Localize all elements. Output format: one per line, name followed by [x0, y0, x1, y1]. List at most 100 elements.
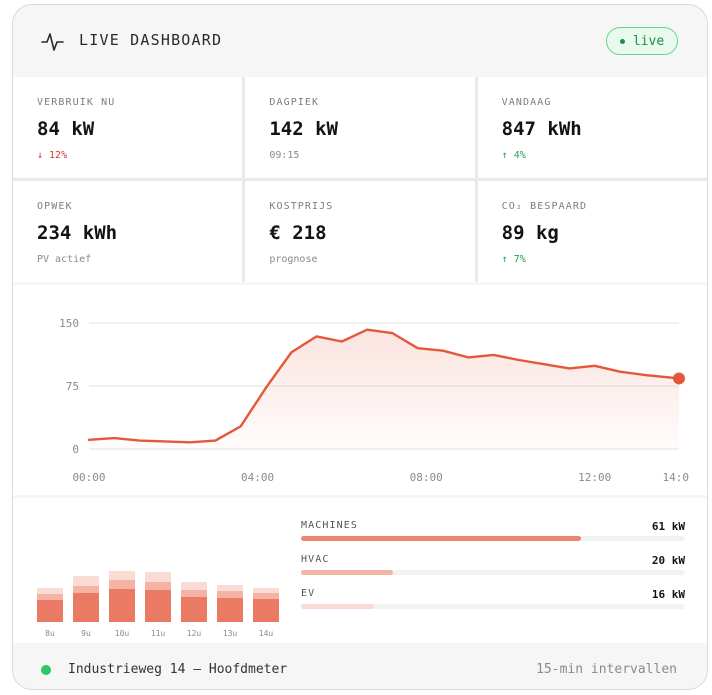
stat-sub: PV actief — [37, 254, 92, 265]
consumer-value: 61 kW — [651, 520, 685, 533]
bar-segment — [253, 599, 279, 622]
bar-label: 12u — [186, 629, 202, 638]
consumer-bar-fill — [301, 536, 582, 541]
stat-trend: ↑ 7% — [501, 254, 526, 265]
bar-segment — [37, 593, 63, 600]
hourly-bar — [73, 576, 99, 622]
bar-label: 10u — [114, 629, 130, 638]
consumer-bar-track — [301, 604, 685, 609]
y-tick-label: 75 — [66, 380, 79, 393]
bar-segment — [73, 576, 99, 586]
stat-card: DAGPIEK 142 kW 09:15 — [245, 77, 475, 178]
bar-segment — [217, 598, 243, 622]
hourly-bar — [217, 584, 243, 622]
consumer-label: EV — [301, 588, 316, 599]
meter-location: Industrieweg 14 — Hoofdmeter — [68, 662, 288, 677]
stat-label: VERBRUIK NU — [37, 97, 116, 108]
y-tick-label: 0 — [72, 443, 79, 456]
bar-segment — [145, 582, 171, 590]
power-chart: 150 75 0 00:00 04:00 08:00 12:00 14:0 — [59, 317, 690, 484]
power-chart-panel: 150 75 0 00:00 04:00 08:00 12:00 14:0 — [13, 285, 707, 495]
stat-label: DAGPIEK — [269, 97, 320, 108]
pulse-icon — [41, 33, 64, 51]
status-dot-icon — [41, 665, 51, 675]
bar-label: 8u — [45, 629, 55, 638]
bar-segment — [145, 571, 171, 583]
bar-segment — [181, 596, 207, 622]
stat-sub: prognose — [269, 254, 318, 265]
bar-label: 11u — [150, 629, 166, 638]
bar-segment — [217, 584, 243, 591]
bar-label: 14u — [258, 629, 274, 638]
dashboard-card: LIVE DASHBOARD live VERBRUIK NU 84 kW ↓ … — [12, 4, 708, 690]
bar-label: 13u — [222, 629, 238, 638]
bar-segment — [73, 586, 99, 594]
stat-label: VANDAAG — [501, 97, 552, 108]
page-title: LIVE DASHBOARD — [79, 31, 223, 49]
consumer-row: MACHINES 61 kW — [301, 520, 685, 554]
stat-card: VERBRUIK NU 84 kW ↓ 12% — [13, 77, 243, 178]
bar-segment — [181, 589, 207, 597]
consumer-label: HVAC — [301, 554, 330, 565]
consumer-list: MACHINES 61 kW HVAC 20 kW EV 16 kW — [301, 520, 685, 622]
bar-segment — [217, 590, 243, 598]
stat-value: € 218 — [269, 222, 327, 244]
y-tick-label: 150 — [59, 317, 79, 330]
stat-value: 89 kg — [501, 222, 559, 244]
bar-label: 9u — [81, 629, 91, 638]
bar-segment — [145, 589, 171, 622]
consumer-bar-track — [301, 536, 685, 541]
consumer-label: MACHINES — [301, 520, 358, 531]
consumer-value: 16 kW — [651, 588, 685, 601]
bar-segment — [181, 582, 207, 590]
bar-segment — [109, 589, 135, 622]
stat-value: 847 kWh — [501, 118, 582, 140]
bar-segment — [109, 580, 135, 589]
hourly-bar — [109, 571, 135, 622]
hourly-bar — [181, 582, 207, 622]
stat-card: CO₂ BESPAARD 89 kg ↑ 7% — [477, 181, 707, 282]
bar-segment — [253, 588, 279, 594]
interval-label: 15-min intervallen — [536, 662, 677, 677]
stat-label: KOSTPRIJS — [269, 201, 334, 212]
consumer-bar-fill — [301, 604, 374, 609]
stat-sub: 09:15 — [269, 150, 300, 161]
bar-segment — [37, 599, 63, 622]
stat-card: KOSTPRIJS € 218 prognose — [245, 181, 475, 282]
consumer-bar-fill — [301, 570, 394, 575]
hourly-bar — [253, 588, 279, 622]
chart-area — [89, 329, 679, 449]
bar-segment — [73, 593, 99, 622]
stat-trend: ↑ 4% — [501, 150, 526, 161]
stat-card: VANDAAG 847 kWh ↑ 4% — [477, 77, 707, 178]
hourly-bar — [145, 571, 171, 622]
live-label: live — [632, 33, 665, 49]
consumer-bar-track — [301, 570, 685, 575]
stat-value: 84 kW — [37, 118, 95, 140]
bar-segment — [109, 571, 135, 580]
x-tick-label: 14:0 — [663, 471, 690, 484]
x-tick-label: 12:00 — [578, 471, 611, 484]
stats-grid: VERBRUIK NU 84 kW ↓ 12% DAGPIEK 142 kW 0… — [13, 77, 707, 282]
stat-value: 234 kWh — [37, 222, 118, 244]
stat-value: 142 kW — [269, 118, 338, 140]
breakdown-panel: 8u 9u 10u 11u 12u 13u 14u MACHINES 61 kW HVAC … — [13, 498, 707, 643]
x-tick-label: 04:00 — [241, 471, 274, 484]
consumer-row: HVAC 20 kW — [301, 554, 685, 588]
live-dot-icon — [619, 38, 625, 44]
consumer-row: EV 16 kW — [301, 588, 685, 622]
live-badge: live — [606, 27, 678, 55]
stat-label: CO₂ BESPAARD — [501, 201, 588, 212]
stat-label: OPWEK — [37, 201, 73, 212]
bar-segment — [37, 587, 63, 594]
hourly-bar — [37, 587, 63, 622]
footer: Industrieweg 14 — Hoofdmeter 15-min inte… — [13, 646, 707, 689]
stat-trend: ↓ 12% — [37, 150, 68, 161]
x-tick-label: 00:00 — [72, 471, 105, 484]
header: LIVE DASHBOARD live — [13, 5, 707, 75]
x-tick-label: 08:00 — [410, 471, 443, 484]
consumer-value: 20 kW — [651, 554, 685, 567]
bar-segment — [253, 593, 279, 600]
hourly-bar-chart: 8u 9u 10u 11u 12u 13u 14u — [31, 548, 291, 638]
stat-card: OPWEK 234 kWh PV actief — [13, 181, 243, 282]
